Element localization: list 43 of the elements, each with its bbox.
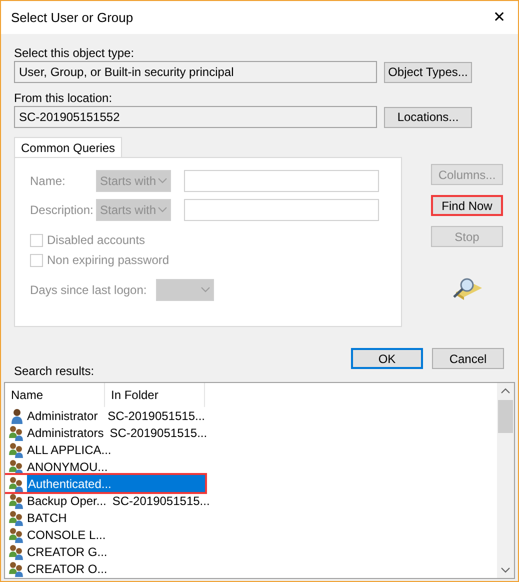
group-icon <box>9 560 25 576</box>
checkbox-label: Non expiring password <box>47 252 170 269</box>
days-label: Days since last logon: <box>30 282 147 299</box>
name-cell[interactable]: Administrator SC-2019051515... <box>5 407 205 424</box>
name-cell[interactable]: Administrators SC-2019051515... <box>5 424 205 441</box>
close-button[interactable]: ✕ <box>493 10 506 25</box>
side-button[interactable]: Find Now <box>431 195 503 216</box>
dropdown-caret-icon <box>200 287 210 293</box>
group-icon <box>9 526 25 542</box>
locations-button[interactable]: Locations... <box>384 106 472 128</box>
query-field-label: Name: <box>30 173 66 190</box>
name-cell[interactable]: CREATOR G... <box>5 543 205 560</box>
object-type-field: User, Group, or Built-in security principal <box>14 61 377 83</box>
checkbox-label: Disabled accounts <box>47 232 146 249</box>
location-label: From this location: <box>14 90 112 106</box>
name-cell[interactable]: BATCH <box>5 509 205 526</box>
cancel-button[interactable]: Cancel <box>432 348 504 369</box>
scrollbar[interactable] <box>497 383 514 578</box>
group-icon <box>9 458 25 474</box>
group-icon <box>9 544 25 560</box>
group-icon <box>9 492 25 508</box>
column-header[interactable]: In Folder <box>105 383 205 407</box>
query-field-label: Description: <box>30 202 94 219</box>
search-results-label: Search results: <box>14 364 96 379</box>
ok-button[interactable]: OK <box>351 348 423 369</box>
column-header[interactable]: Name <box>5 383 105 407</box>
name-cell[interactable]: CREATOR O... <box>5 560 205 577</box>
window-title: Select User or Group <box>11 8 134 27</box>
group-icon <box>9 442 25 458</box>
group-icon <box>9 424 25 440</box>
name-cell[interactable]: ALL APPLICA... <box>5 441 205 458</box>
common-queries-tab[interactable]: Common Queries <box>14 137 122 158</box>
user-icon <box>9 408 25 424</box>
scroll-thumb[interactable] <box>498 400 513 433</box>
dropdown-caret-icon <box>158 178 167 184</box>
name-cell[interactable]: CONSOLE L... <box>5 526 205 543</box>
name-cell[interactable]: ANONYMOU... <box>5 458 205 475</box>
dropdown-caret-icon <box>158 207 167 213</box>
group-icon <box>9 510 25 526</box>
group-icon <box>9 476 25 492</box>
object-type-label: Select this object type: <box>14 45 136 61</box>
location-field: SC-201905151552 <box>14 106 377 128</box>
object-types-button[interactable]: Object Types... <box>384 62 472 82</box>
